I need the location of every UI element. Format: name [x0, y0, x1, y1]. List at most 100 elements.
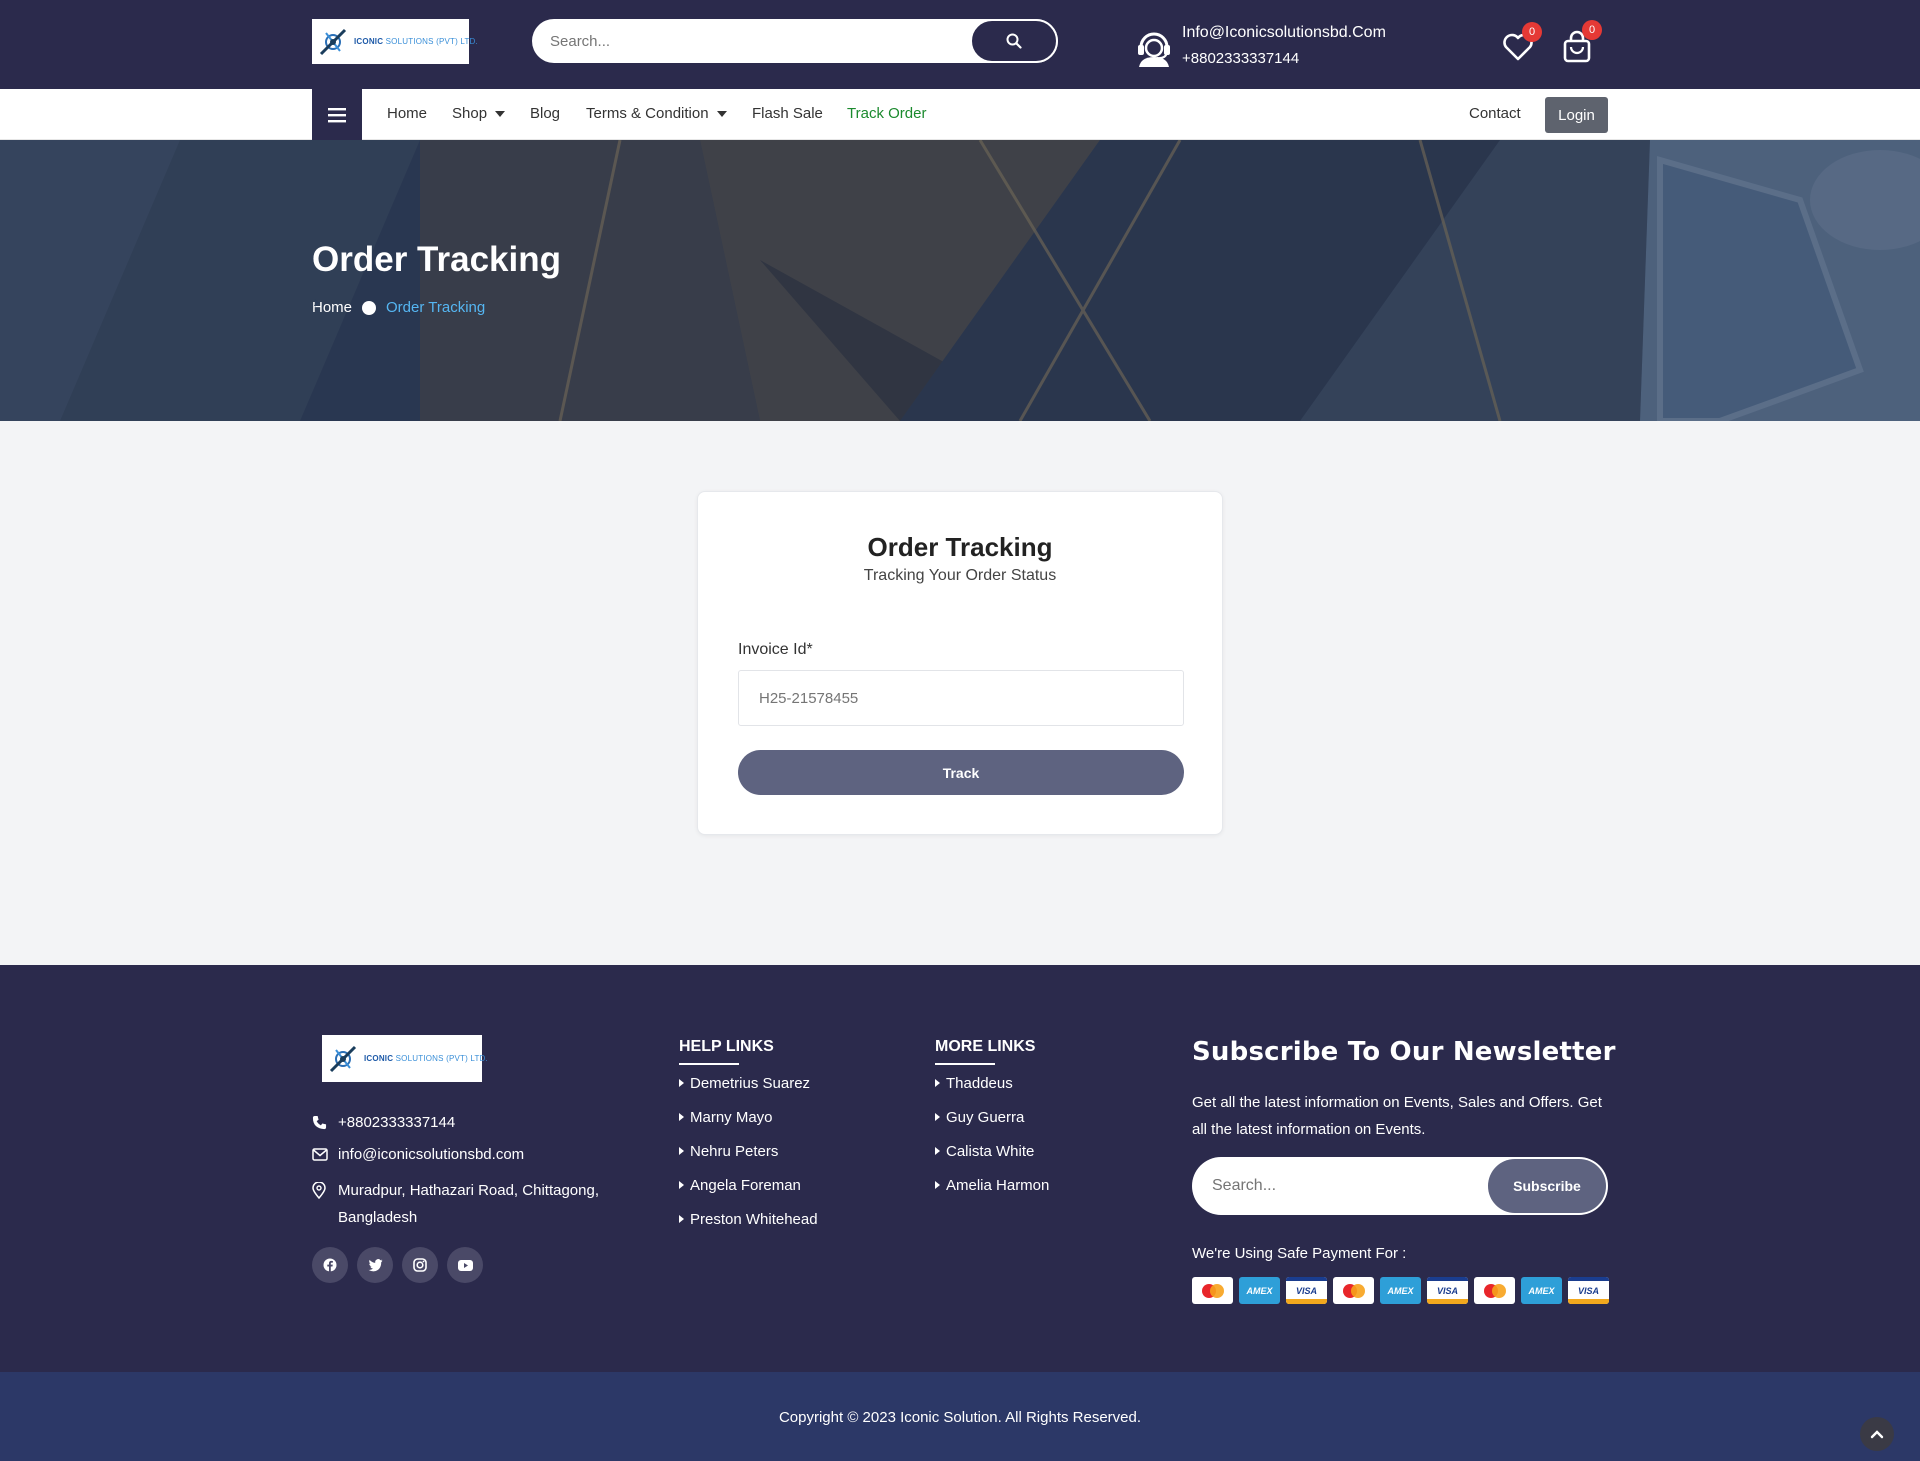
phone-icon [312, 1109, 328, 1136]
help-links-list: Demetrius Suarez Marny Mayo Nehru Peters… [679, 1066, 818, 1236]
more-link[interactable]: Thaddeus [935, 1066, 1049, 1100]
page-title: Order Tracking [312, 240, 561, 279]
category-menu-button[interactable] [312, 89, 362, 140]
visa-icon: VISA [1568, 1277, 1609, 1304]
facebook-link[interactable] [312, 1247, 348, 1283]
chevron-down-icon [716, 110, 727, 117]
nav-flash-sale-label: Flash Sale [752, 105, 823, 122]
logo-mark-icon [318, 27, 348, 57]
nav-track-order-label: Track Order [847, 105, 927, 122]
nav-home-label: Home [387, 105, 428, 122]
nav-contact[interactable]: Contact [1469, 105, 1521, 122]
amex-icon: AMEX [1521, 1277, 1562, 1304]
more-link[interactable]: Guy Guerra [935, 1100, 1049, 1134]
caret-right-icon [679, 1147, 684, 1155]
top-header: ICONIC SOLUTIONS (PVT) LTD. Info@Iconics… [0, 0, 1920, 89]
login-button[interactable]: Login [1545, 97, 1608, 133]
order-tracking-card: Order Tracking Tracking Your Order Statu… [697, 491, 1223, 835]
nav-shop[interactable]: Shop [452, 105, 506, 122]
wishlist-button[interactable]: 0 [1502, 22, 1542, 68]
twitter-link[interactable] [357, 1247, 393, 1283]
caret-right-icon [679, 1215, 684, 1223]
newsletter-input[interactable] [1212, 1157, 1472, 1215]
footer-logo[interactable]: ICONIC SOLUTIONS (PVT) LTD. [322, 1035, 488, 1082]
caret-right-icon [935, 1147, 940, 1155]
nav-terms-label: Terms & Condition [586, 105, 709, 122]
site-logo[interactable]: ICONIC SOLUTIONS (PVT) LTD. [312, 19, 478, 64]
header-email[interactable]: Info@Iconicsolutionsbd.Com [1182, 24, 1386, 42]
cart-button[interactable]: 0 [1562, 20, 1602, 66]
caret-right-icon [935, 1079, 940, 1087]
subscribe-button[interactable]: Subscribe [1488, 1159, 1606, 1213]
help-link[interactable]: Marny Mayo [679, 1100, 818, 1134]
payment-methods: AMEX VISA AMEX VISA AMEX VISA [1192, 1277, 1609, 1304]
footer-email[interactable]: info@iconicsolutionsbd.com [312, 1141, 524, 1168]
caret-right-icon [679, 1079, 684, 1087]
invoice-id-label: Invoice Id* [738, 641, 813, 658]
caret-right-icon [935, 1181, 940, 1189]
hamburger-icon [328, 107, 346, 122]
instagram-icon [413, 1258, 427, 1272]
help-link[interactable]: Angela Foreman [679, 1168, 818, 1202]
more-links-heading: MORE LINKS [935, 1038, 1035, 1065]
banner-overlay [0, 140, 1920, 421]
nav-blog[interactable]: Blog [530, 105, 560, 122]
help-links-heading: HELP LINKS [679, 1038, 774, 1065]
help-link[interactable]: Nehru Peters [679, 1134, 818, 1168]
search-button[interactable] [970, 19, 1058, 63]
chevron-down-icon [495, 110, 506, 117]
footer-address-text: Muradpur, Hathazari Road, Chittagong, Ban… [338, 1182, 599, 1226]
wishlist-count-badge: 0 [1522, 22, 1542, 42]
map-pin-icon [312, 1177, 328, 1204]
header-phone[interactable]: +8802333337144 [1182, 50, 1299, 67]
chevron-up-icon [1870, 1430, 1884, 1439]
nav-home[interactable]: Home [387, 105, 427, 122]
card-subtitle: Tracking Your Order Status [863, 567, 1057, 584]
more-links-list: Thaddeus Guy Guerra Calista White Amelia… [935, 1066, 1049, 1202]
invoice-id-input[interactable] [738, 670, 1184, 726]
twitter-icon [368, 1258, 382, 1271]
amex-icon: AMEX [1380, 1277, 1421, 1304]
copyright-bar: Copyright © 2023 Iconic Solution. All Ri… [0, 1372, 1920, 1461]
more-link[interactable]: Calista White [935, 1134, 1049, 1168]
nav-track-order[interactable]: Track Order [847, 105, 926, 122]
mastercard-icon [1192, 1277, 1233, 1304]
youtube-link[interactable] [447, 1247, 483, 1283]
cart-count-badge: 0 [1582, 20, 1602, 40]
newsletter-title: Subscribe To Our Newsletter [1192, 1037, 1616, 1067]
logo-text: ICONIC SOLUTIONS (PVT) LTD. [354, 37, 478, 46]
headset-icon [1138, 32, 1170, 67]
card-title: Order Tracking [867, 532, 1053, 562]
caret-right-icon [935, 1113, 940, 1121]
newsletter-text: Get all the latest information on Events… [1192, 1094, 1602, 1138]
breadcrumb-current: Order Tracking [386, 299, 486, 316]
envelope-icon [312, 1141, 328, 1168]
header-contact: Info@Iconicsolutionsbd.Com +880233333714… [1135, 24, 1395, 70]
help-link[interactable]: Demetrius Suarez [679, 1066, 818, 1100]
facebook-icon [323, 1258, 337, 1272]
breadcrumb: Home Order Tracking [312, 299, 485, 316]
newsletter-form: Subscribe [1192, 1157, 1608, 1215]
caret-right-icon [679, 1181, 684, 1189]
logo-text: ICONIC SOLUTIONS (PVT) LTD. [364, 1054, 488, 1063]
search-input[interactable] [550, 19, 950, 63]
social-links [312, 1247, 483, 1283]
footer-email-text: info@iconicsolutionsbd.com [338, 1146, 525, 1163]
footer-phone[interactable]: +8802333337144 [312, 1109, 455, 1136]
copyright-text: Copyright © 2023 Iconic Solution. All Ri… [778, 1409, 1142, 1426]
instagram-link[interactable] [402, 1247, 438, 1283]
visa-icon: VISA [1286, 1277, 1327, 1304]
track-button[interactable]: Track [738, 750, 1184, 795]
nav-blog-label: Blog [530, 105, 561, 122]
site-footer: ICONIC SOLUTIONS (PVT) LTD. +88023333371… [0, 965, 1920, 1372]
back-to-top-button[interactable] [1860, 1417, 1894, 1451]
more-link[interactable]: Amelia Harmon [935, 1168, 1049, 1202]
nav-contact-label: Contact [1469, 105, 1521, 122]
nav-flash-sale[interactable]: Flash Sale [752, 105, 823, 122]
nav-shop-label: Shop [452, 105, 488, 122]
nav-terms[interactable]: Terms & Condition [586, 105, 727, 122]
chevron-right-circle-icon [313, 299, 377, 315]
amex-icon: AMEX [1239, 1277, 1280, 1304]
help-link[interactable]: Preston Whitehead [679, 1202, 818, 1236]
caret-right-icon [679, 1113, 684, 1121]
